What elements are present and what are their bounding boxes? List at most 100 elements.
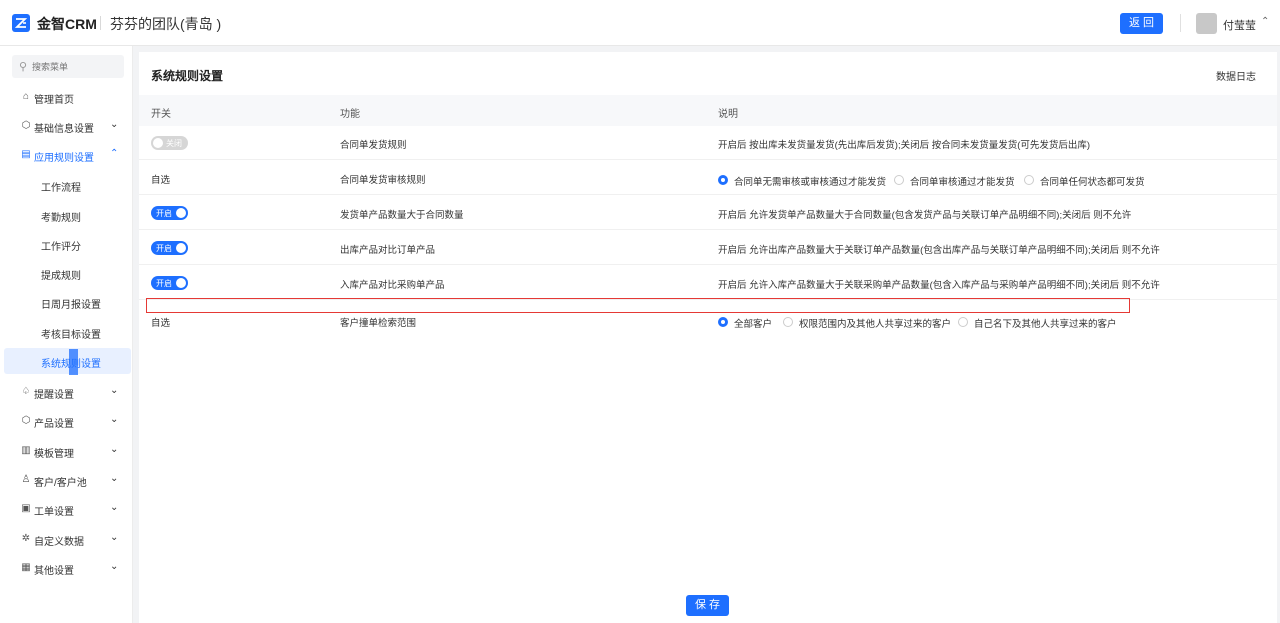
sidebar-item-other[interactable]: ▦ 其他设置 ⌄ <box>0 558 133 580</box>
sidebar-subitem-commission[interactable]: 提成规则 <box>0 260 133 286</box>
sidebar-item-label: 基础信息设置 <box>34 124 94 135</box>
toggle-knob <box>176 278 186 288</box>
save-button[interactable]: 保 存 <box>686 595 729 616</box>
toggle-switch[interactable]: 关闭 <box>151 136 188 150</box>
sidebar-subitem-work-score[interactable]: 工作评分 <box>0 231 133 257</box>
sidebar-subitem-label: 日周月报设置 <box>41 300 101 311</box>
toggle-switch[interactable]: 开启 <box>151 276 188 290</box>
radio-button[interactable] <box>783 317 793 327</box>
column-header-switch: 开关 <box>151 109 171 120</box>
sidebar-item-label: 模板管理 <box>34 449 74 460</box>
cursor-marker <box>69 349 78 375</box>
logo-icon <box>12 14 30 32</box>
sidebar-item-label: 其他设置 <box>34 566 74 577</box>
sidebar-item-basic-info[interactable]: ⬡ 基础信息设置 ⌄ <box>0 116 133 138</box>
table-row: 开启 出库产品对比订单产品 开启后 允许出库产品数量大于关联订单产品数量(包含出… <box>139 231 1277 265</box>
chevron-down-icon: ⌄ <box>110 119 119 130</box>
cube-icon: ⬡ <box>21 120 31 131</box>
toggle-knob <box>153 138 163 148</box>
chevron-down-icon: ⌄ <box>110 444 119 455</box>
feature-description: 开启后 按出库未发货量发货(先出库后发货);关闭后 按合同未发货量发货(可先发货… <box>718 140 1091 151</box>
page-title: 系统规则设置 <box>151 69 224 83</box>
sidebar-subitem-targets[interactable]: 考核目标设置 <box>0 319 133 345</box>
radio-button[interactable] <box>894 175 904 185</box>
sidebar-item-label: 管理首页 <box>34 95 74 106</box>
chevron-up-icon[interactable]: ⌃ <box>1261 16 1269 27</box>
column-header-feature: 功能 <box>340 109 360 120</box>
sidebar-item-custom-data[interactable]: ✲ 自定义数据 ⌄ <box>0 529 133 551</box>
radio-button[interactable] <box>718 317 728 327</box>
highlight-box <box>146 298 1130 313</box>
sidebar-item-home[interactable]: ⌂ 管理首页 <box>0 87 133 109</box>
feature-description: 开启后 允许发货单产品数量大于合同数量(包含发货产品与关联订单产品明细不同);关… <box>718 210 1132 221</box>
table-row: 开启 入库产品对比采购单产品 开启后 允许入库产品数量大于关联采购单产品数量(包… <box>139 266 1277 300</box>
sidebar-item-products[interactable]: ⬡ 产品设置 ⌄ <box>0 411 133 433</box>
sidebar-item-label: 提醒设置 <box>34 390 74 401</box>
user-name[interactable]: 付莹莹 <box>1223 17 1256 33</box>
header-divider <box>100 16 101 30</box>
sidebar-search[interactable]: ⚲ <box>12 55 124 78</box>
template-icon: ▥ <box>21 445 31 456</box>
toggle-label: 开启 <box>156 209 172 218</box>
toggle-label: 开启 <box>156 279 172 288</box>
sidebar-subitem-reports[interactable]: 日周月报设置 <box>0 289 133 315</box>
custom-data-icon: ✲ <box>21 533 31 544</box>
sidebar-item-label: 客户/客户池 <box>34 478 87 489</box>
chevron-down-icon: ⌄ <box>110 502 119 513</box>
sidebar-item-label: 工单设置 <box>34 507 74 518</box>
search-icon: ⚲ <box>19 61 28 73</box>
sidebar-subitem-workflow[interactable]: 工作流程 <box>0 172 133 198</box>
back-button[interactable]: 返 回 <box>1120 13 1163 34</box>
table-row: 关闭 合同单发货规则 开启后 按出库未发货量发货(先出库后发货);关闭后 按合同… <box>139 126 1277 160</box>
radio-button[interactable] <box>1024 175 1034 185</box>
sidebar: ⚲ ⌂ 管理首页 ⬡ 基础信息设置 ⌄ ▤ 应用规则设置 ⌃ 工作流程 考勤规则… <box>0 46 133 623</box>
data-log-link[interactable]: 数据日志 <box>1216 68 1256 83</box>
top-header: 金智CRM 芬芬的团队(青岛 ) 返 回 付莹莹 ⌃ <box>0 0 1280 46</box>
sidebar-item-reminders[interactable]: ♤ 提醒设置 ⌄ <box>0 382 133 404</box>
toggle-knob <box>176 243 186 253</box>
toggle-label: 开启 <box>156 244 172 253</box>
sidebar-item-tickets[interactable]: ▣ 工单设置 ⌄ <box>0 499 133 521</box>
feature-description: 开启后 允许出库产品数量大于关联订单产品数量(包含出库产品与关联订单产品明细不同… <box>718 245 1160 256</box>
sidebar-item-label: 应用规则设置 <box>34 153 94 164</box>
document-icon: ▤ <box>21 149 31 160</box>
header-divider-2 <box>1180 14 1181 32</box>
home-icon: ⌂ <box>22 91 30 102</box>
sidebar-subitem-label: 工作流程 <box>41 183 81 194</box>
toggle-switch[interactable]: 开启 <box>151 206 188 220</box>
sidebar-item-label: 产品设置 <box>34 419 74 430</box>
sidebar-item-customers[interactable]: ♙ 客户/客户池 ⌄ <box>0 470 133 492</box>
sidebar-item-templates[interactable]: ▥ 模板管理 ⌄ <box>0 441 133 463</box>
brand-name: 金智CRM <box>37 16 97 32</box>
radio-button[interactable] <box>718 175 728 185</box>
column-header-desc: 说明 <box>718 109 738 120</box>
sidebar-subitem-attendance[interactable]: 考勤规则 <box>0 202 133 228</box>
table-row: 开启 发货单产品数量大于合同数量 开启后 允许发货单产品数量大于合同数量(包含发… <box>139 196 1277 230</box>
customer-icon: ♙ <box>21 474 31 485</box>
feature-description: 开启后 允许入库产品数量大于关联采购单产品数量(包含入库产品与采购单产品明细不同… <box>718 280 1160 291</box>
search-input[interactable] <box>32 57 120 76</box>
toggle-knob <box>176 208 186 218</box>
sidebar-subitem-system-rules[interactable]: 系统规则设置 <box>4 348 131 374</box>
radio-button[interactable] <box>958 317 968 327</box>
table-header: 开关 功能 说明 <box>139 95 1277 126</box>
avatar[interactable] <box>1196 13 1217 34</box>
team-name: 芬芬的团队(青岛 ) <box>110 16 222 32</box>
box-icon: ⬡ <box>21 415 31 426</box>
radio-label: 合同单审核通过才能发货 <box>910 177 1015 188</box>
ticket-icon: ▣ <box>21 503 31 514</box>
main-panel: 系统规则设置 数据日志 开关 功能 说明 关闭 合同单发货规则 开启后 按出库未… <box>139 52 1277 623</box>
chevron-down-icon: ⌄ <box>110 561 119 572</box>
feature-name: 入库产品对比采购单产品 <box>340 280 445 291</box>
chevron-down-icon: ⌄ <box>110 414 119 425</box>
grid-icon: ▦ <box>21 562 31 573</box>
radio-label: 权限范围内及其他人共享过来的客户 <box>799 319 952 330</box>
radio-label: 合同单无需审核或审核通过才能发货 <box>734 177 887 188</box>
toggle-switch[interactable]: 开启 <box>151 241 188 255</box>
sidebar-item-app-rules[interactable]: ▤ 应用规则设置 ⌃ <box>0 145 133 167</box>
sidebar-subitem-label: 提成规则 <box>41 271 81 282</box>
feature-name: 合同单发货审核规则 <box>340 175 426 186</box>
feature-name: 客户撞单检索范围 <box>340 318 417 329</box>
toggle-label: 关闭 <box>166 139 182 148</box>
chevron-down-icon: ⌄ <box>110 473 119 484</box>
